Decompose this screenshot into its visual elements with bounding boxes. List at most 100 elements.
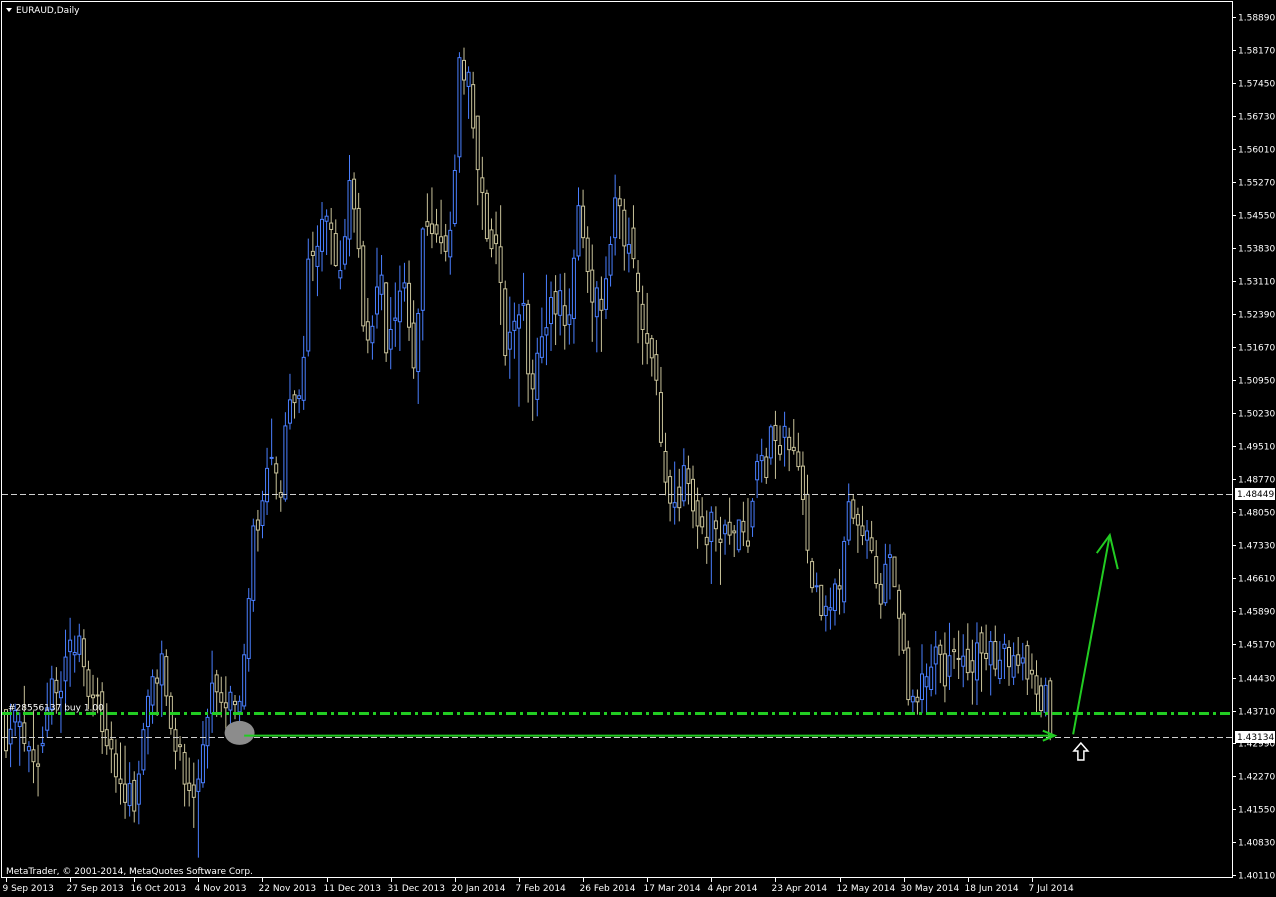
candle-body xyxy=(942,653,947,687)
candle-body xyxy=(539,336,544,358)
time-tick-label: 4 Nov 2013 xyxy=(195,884,247,894)
candle-body xyxy=(695,500,700,527)
candle-body xyxy=(54,679,59,694)
price-tick-label: 1.47330 xyxy=(1238,542,1275,552)
candle-body xyxy=(26,746,31,752)
chart-window[interactable]: EURAUD,Daily #28556137 buy 1.00 1.58890 1… xyxy=(0,0,1276,897)
candle-body xyxy=(370,325,375,344)
candle-body xyxy=(494,234,499,245)
price-tick-label: 1.53830 xyxy=(1238,245,1275,255)
candle-body xyxy=(599,298,604,311)
candle-body xyxy=(118,778,123,785)
candle-body xyxy=(402,282,407,289)
candle-body xyxy=(842,540,847,603)
candle-body xyxy=(727,521,732,536)
candle-body xyxy=(869,537,874,552)
candle-body xyxy=(301,356,306,401)
candle-body xyxy=(306,258,311,352)
candle xyxy=(457,52,462,173)
candle-body xyxy=(608,244,613,276)
time-tick-label: 16 Oct 2013 xyxy=(131,884,187,894)
candle-body xyxy=(173,729,178,752)
candle-body xyxy=(210,682,215,714)
candle-body xyxy=(320,218,325,252)
time-tick-label: 11 Dec 2013 xyxy=(324,884,382,894)
candle xyxy=(892,556,897,588)
candle-body xyxy=(31,749,36,763)
candle-body xyxy=(420,228,425,311)
candle-body xyxy=(526,303,531,375)
candle-body xyxy=(40,742,45,747)
price-tick-label: 1.50950 xyxy=(1238,377,1275,387)
candle-body xyxy=(246,598,251,659)
candle-body xyxy=(764,456,769,479)
candle-body xyxy=(58,690,63,699)
candle-body xyxy=(631,227,636,260)
price-tick-label: 1.45890 xyxy=(1238,608,1275,618)
price-tick-label: 1.58890 xyxy=(1238,14,1275,24)
candle-body xyxy=(544,327,549,336)
price-tick-label: 1.49510 xyxy=(1238,443,1275,453)
symbol-header[interactable]: EURAUD,Daily xyxy=(6,6,80,16)
candle-body xyxy=(759,455,764,462)
candle-body xyxy=(846,501,851,541)
candle-body xyxy=(416,313,421,373)
price-tick-label: 1.54550 xyxy=(1238,212,1275,222)
candle-body xyxy=(920,673,924,701)
candle-body xyxy=(938,644,943,655)
candle-body xyxy=(393,317,398,321)
candle-body xyxy=(480,177,485,193)
candle-body xyxy=(622,209,627,247)
candle-body xyxy=(471,84,476,129)
candle-body xyxy=(95,694,100,697)
candle-body xyxy=(906,647,911,701)
candle-body xyxy=(1025,645,1030,680)
candle-body xyxy=(929,666,934,691)
time-tick-label: 4 Apr 2014 xyxy=(708,884,758,894)
candle-body xyxy=(686,468,691,484)
candle-body xyxy=(576,205,581,257)
candle-body xyxy=(1007,646,1012,668)
candle-body xyxy=(113,753,118,778)
candle-body xyxy=(585,237,590,272)
candle-body xyxy=(819,584,824,616)
candle-body xyxy=(475,115,480,171)
candle-body xyxy=(553,291,558,315)
candle-body xyxy=(677,486,682,509)
candle-body xyxy=(796,451,801,468)
candle xyxy=(4,709,8,759)
candle-body xyxy=(91,694,96,699)
candle-body xyxy=(228,691,233,711)
candle-body xyxy=(164,656,169,697)
time-tick-label: 23 Apr 2014 xyxy=(772,884,828,894)
candle-body xyxy=(251,525,256,601)
candle-body xyxy=(805,493,810,551)
copyright-text: MetaTrader, © 2001-2014, MetaQuotes Soft… xyxy=(6,867,253,877)
candle-body xyxy=(562,305,567,326)
candle-body xyxy=(81,638,86,668)
candle xyxy=(906,640,911,706)
candle-body xyxy=(723,524,728,535)
candle-body xyxy=(255,519,260,531)
candle-body xyxy=(736,519,741,551)
candle-body xyxy=(498,246,503,283)
candle-body xyxy=(384,282,389,354)
price-chart[interactable]: EURAUD,Daily #28556137 buy 1.00 1.58890 1… xyxy=(0,0,1276,897)
candle-body xyxy=(287,399,292,424)
candle-body xyxy=(310,250,315,256)
candle-body xyxy=(700,516,705,528)
candle-body xyxy=(663,450,668,483)
candle-body xyxy=(810,561,815,589)
candle-body xyxy=(178,744,183,748)
candle-body xyxy=(603,278,608,310)
candle-body xyxy=(260,500,265,526)
candle-body xyxy=(109,738,114,750)
candle-body xyxy=(668,476,673,504)
candle-body xyxy=(640,303,645,330)
candle-body xyxy=(397,290,402,323)
candle-body xyxy=(590,269,595,303)
candle-body xyxy=(8,728,13,745)
time-tick-label: 12 May 2014 xyxy=(837,884,896,894)
candle xyxy=(141,722,146,775)
entry-marker xyxy=(224,720,255,745)
